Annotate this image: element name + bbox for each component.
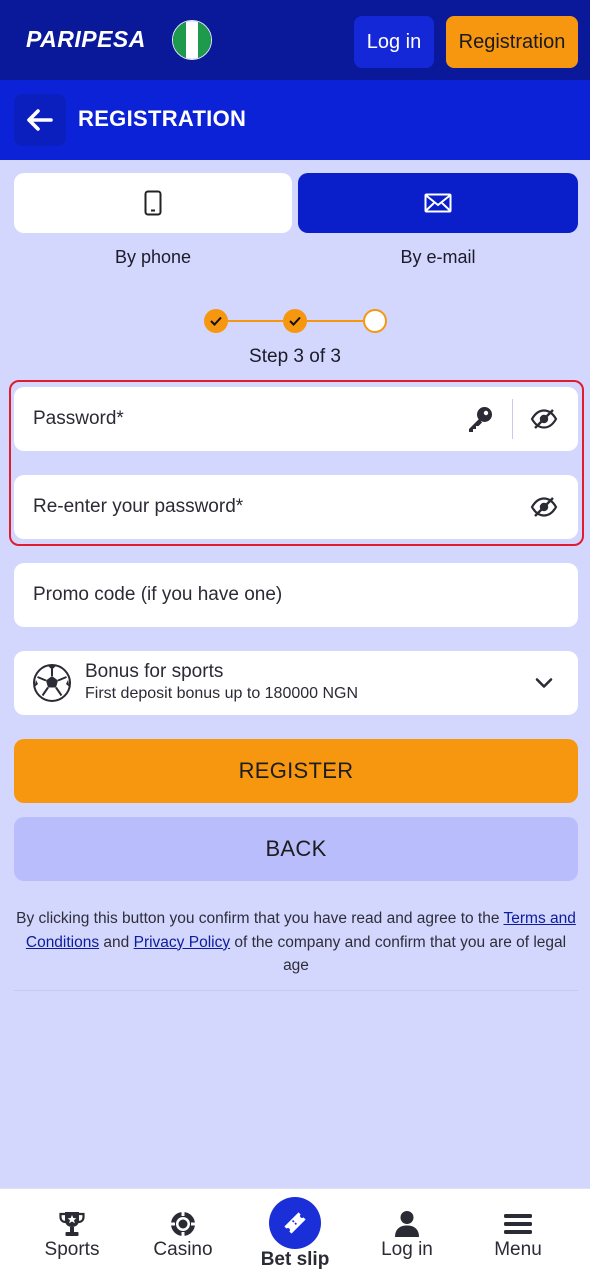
nav-sports[interactable]: Sports bbox=[13, 1189, 131, 1280]
step-1-done bbox=[204, 309, 228, 333]
chevron-down-icon[interactable] bbox=[530, 671, 558, 695]
promo-code-field[interactable]: Promo code (if you have one) bbox=[14, 563, 578, 627]
eye-slash-icon[interactable] bbox=[528, 493, 560, 521]
top-header: PARIPESA Log in Registration bbox=[0, 0, 590, 80]
envelope-icon bbox=[424, 193, 452, 213]
nav-label-bet-slip: Bet slip bbox=[260, 1249, 330, 1270]
reenter-password-placeholder: Re-enter your password* bbox=[33, 496, 244, 517]
nav-label-menu: Menu bbox=[494, 1239, 542, 1260]
step-3-current bbox=[363, 309, 387, 333]
nav-login[interactable]: Log in bbox=[348, 1189, 466, 1280]
nav-bet-slip[interactable]: Bet slip bbox=[236, 1189, 354, 1280]
check-icon bbox=[210, 316, 222, 326]
tab-label-email: By e-mail bbox=[400, 247, 476, 267]
step-indicator: Step 3 of 3 bbox=[249, 346, 341, 367]
nav-casino[interactable]: Casino bbox=[124, 1189, 242, 1280]
terms-text-2: and bbox=[99, 933, 134, 951]
nav-label-sports: Sports bbox=[44, 1239, 100, 1260]
soccer-ball-icon bbox=[32, 663, 72, 703]
step-2-done bbox=[283, 309, 307, 333]
step-connector bbox=[228, 320, 283, 322]
register-button[interactable]: REGISTER bbox=[14, 739, 578, 803]
nav-menu[interactable]: Menu bbox=[459, 1189, 577, 1280]
user-icon bbox=[348, 1209, 466, 1239]
terms-text-3: of the company and confirm that you are … bbox=[230, 933, 567, 975]
back-arrow-button[interactable] bbox=[14, 94, 66, 146]
reenter-password-field[interactable]: Re-enter your password* bbox=[14, 475, 578, 539]
terms-notice: By clicking this button you confirm that… bbox=[14, 907, 578, 978]
hamburger-icon bbox=[459, 1209, 577, 1239]
title-bar: REGISTRATION bbox=[0, 80, 590, 160]
bottom-navigation: Sports Casino Bet slip Log in Menu bbox=[0, 1188, 590, 1280]
nigeria-flag-icon[interactable] bbox=[172, 20, 212, 60]
bonus-title: Bonus for sports bbox=[85, 661, 224, 682]
ticket-icon bbox=[269, 1197, 321, 1249]
key-icon[interactable] bbox=[464, 403, 496, 435]
login-button[interactable]: Log in bbox=[354, 16, 434, 68]
icon-separator bbox=[512, 399, 513, 439]
tab-by-email[interactable] bbox=[298, 173, 578, 233]
tab-label-phone: By phone bbox=[114, 247, 192, 267]
page-title: REGISTRATION bbox=[78, 106, 247, 131]
password-placeholder: Password* bbox=[33, 408, 124, 429]
eye-slash-icon[interactable] bbox=[528, 405, 560, 433]
terms-text-1: By clicking this button you confirm that… bbox=[16, 910, 504, 927]
back-button[interactable]: BACK bbox=[14, 817, 578, 881]
arrow-left-icon bbox=[27, 109, 53, 131]
paripesa-logo[interactable]: PARIPESA bbox=[26, 26, 146, 53]
bonus-subtitle: First deposit bonus up to 180000 NGN bbox=[85, 685, 359, 702]
divider bbox=[14, 990, 578, 991]
check-icon bbox=[289, 316, 301, 326]
password-field[interactable]: Password* bbox=[14, 387, 578, 451]
nav-label-casino: Casino bbox=[153, 1239, 213, 1260]
nav-label-login: Log in bbox=[381, 1239, 433, 1260]
bonus-selector[interactable]: Bonus for sports First deposit bonus up … bbox=[14, 651, 578, 715]
tab-by-phone[interactable] bbox=[14, 173, 292, 233]
trophy-icon bbox=[13, 1209, 131, 1239]
registration-button[interactable]: Registration bbox=[446, 16, 578, 68]
privacy-policy-link[interactable]: Privacy Policy bbox=[134, 934, 230, 951]
phone-icon bbox=[144, 190, 162, 216]
promo-code-placeholder: Promo code (if you have one) bbox=[33, 584, 283, 605]
step-connector bbox=[307, 320, 363, 322]
casino-chip-icon bbox=[124, 1209, 242, 1239]
